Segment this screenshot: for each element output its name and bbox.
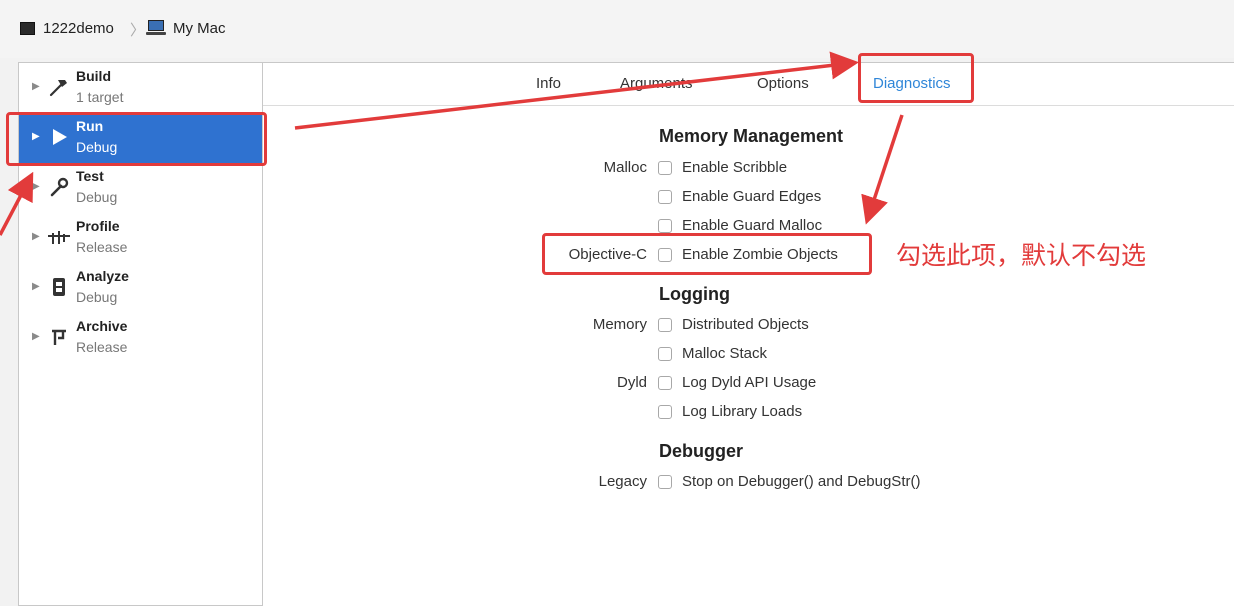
- option-label: Log Dyld API Usage: [682, 374, 817, 391]
- scheme-item-title: Analyze: [76, 268, 129, 284]
- sidebar-item-archive[interactable]: ▶ Archive Release: [19, 313, 262, 363]
- hammer-icon: [47, 74, 71, 100]
- option-group-label-malloc: Malloc: [603, 159, 647, 176]
- option-label: Enable Scribble: [682, 159, 788, 176]
- sidebar-item-build[interactable]: ▶ Build 1 target: [19, 63, 262, 113]
- scheme-item-subtitle: 1 target: [76, 89, 124, 105]
- checkbox[interactable]: [658, 189, 672, 204]
- sidebar-item-test[interactable]: ▶ Test Debug: [19, 163, 262, 213]
- scheme-item-subtitle: Debug: [76, 289, 118, 305]
- tab-bar: Info Arguments Options Diagnostics: [263, 63, 1234, 106]
- disclosure-triangle-icon[interactable]: ▶: [32, 181, 40, 192]
- option-distributed-objects[interactable]: Distributed Objects: [658, 316, 809, 333]
- scheme-item-subtitle: Release: [76, 239, 128, 255]
- annotation-box-run: [6, 112, 267, 166]
- wrench-icon: [47, 174, 71, 200]
- breadcrumb-project[interactable]: 1222demo: [20, 18, 114, 38]
- option-enable-guard-malloc[interactable]: Enable Guard Malloc: [658, 217, 822, 234]
- annotation-box-zombie-objects: [542, 233, 872, 275]
- tab-options[interactable]: Options: [757, 75, 809, 92]
- breadcrumb-project-label: 1222demo: [43, 19, 114, 37]
- scheme-item-subtitle: Debug: [76, 189, 118, 205]
- breadcrumb-device[interactable]: My Mac: [146, 18, 226, 38]
- option-label: Distributed Objects: [682, 316, 809, 333]
- checkbox[interactable]: [658, 218, 672, 233]
- breadcrumb-separator: 〉: [130, 21, 146, 39]
- section-title-logging: Logging: [659, 284, 730, 304]
- option-group-label-memory: Memory: [592, 316, 647, 333]
- mac-icon: [146, 20, 166, 36]
- annotation-note: 勾选此项，默认不勾选: [896, 241, 1147, 270]
- option-enable-scribble[interactable]: Enable Scribble: [658, 159, 787, 176]
- disclosure-triangle-icon[interactable]: ▶: [32, 81, 40, 92]
- option-enable-guard-edges[interactable]: Enable Guard Edges: [658, 188, 821, 205]
- tab-info[interactable]: Info: [536, 75, 561, 92]
- scheme-item-subtitle: Release: [76, 339, 128, 355]
- disclosure-triangle-icon[interactable]: ▶: [32, 231, 40, 242]
- checkbox[interactable]: [658, 375, 672, 390]
- option-group-label-legacy: Legacy: [598, 473, 647, 490]
- breadcrumb-device-label: My Mac: [173, 19, 226, 37]
- sidebar-item-analyze[interactable]: ▶ Analyze Debug: [19, 263, 262, 313]
- option-label: Enable Guard Edges: [682, 188, 822, 205]
- sidebar-item-profile[interactable]: ▶ Profile Release: [19, 213, 262, 263]
- disclosure-triangle-icon[interactable]: ▶: [32, 331, 40, 342]
- option-label: Stop on Debugger() and DebugStr(): [682, 473, 921, 490]
- option-group-label-dyld: Dyld: [616, 374, 647, 391]
- project-icon: [20, 21, 35, 35]
- analyze-icon: [47, 274, 71, 300]
- option-label: Enable Guard Malloc: [682, 217, 823, 234]
- scheme-item-title: Archive: [76, 318, 128, 334]
- option-log-library-loads[interactable]: Log Library Loads: [658, 403, 802, 420]
- disclosure-triangle-icon[interactable]: ▶: [32, 281, 40, 292]
- option-log-dyld-api-usage[interactable]: Log Dyld API Usage: [658, 374, 816, 391]
- checkbox[interactable]: [658, 317, 672, 332]
- archive-icon: [47, 324, 71, 350]
- checkbox[interactable]: [658, 474, 672, 489]
- checkbox[interactable]: [658, 404, 672, 419]
- section-title-memory-management: Memory Management: [659, 126, 844, 146]
- scheme-item-title: Profile: [76, 218, 120, 234]
- profile-icon: [47, 224, 71, 250]
- scheme-editor-panel: Info Arguments Options Diagnostics Memor…: [263, 62, 1234, 606]
- checkbox[interactable]: [658, 346, 672, 361]
- tab-arguments[interactable]: Arguments: [620, 75, 693, 92]
- option-label: Malloc Stack: [682, 345, 768, 362]
- option-stop-on-debugger[interactable]: Stop on Debugger() and DebugStr(): [658, 473, 920, 490]
- option-malloc-stack[interactable]: Malloc Stack: [658, 345, 767, 362]
- section-title-debugger: Debugger: [659, 441, 744, 461]
- annotation-box-diagnostics: [858, 53, 974, 103]
- toolbar: 1222demo 〉 My Mac: [0, 0, 1234, 58]
- checkbox[interactable]: [658, 160, 672, 175]
- option-label: Log Library Loads: [682, 403, 803, 420]
- scheme-item-title: Test: [76, 168, 104, 184]
- scheme-item-title: Build: [76, 68, 111, 84]
